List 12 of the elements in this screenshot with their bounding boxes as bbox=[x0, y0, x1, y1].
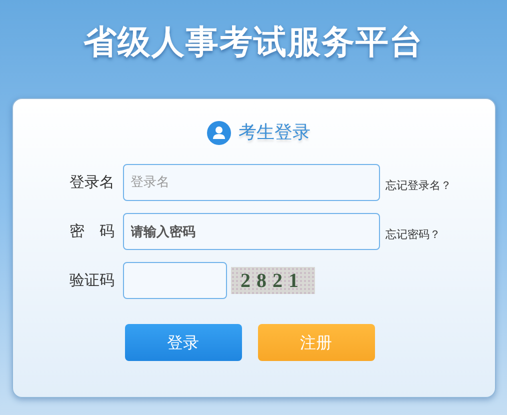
forgot-link[interactable]: 忘记密码？ bbox=[386, 227, 440, 244]
captcha-field[interactable] bbox=[122, 262, 226, 299]
platform-title: 省级人事考试服务平台 bbox=[84, 21, 424, 64]
captcha-image[interactable]: 2821 bbox=[230, 267, 314, 294]
field-label: 密 码 bbox=[68, 221, 116, 242]
input-field[interactable]: 请输入密码 bbox=[122, 213, 380, 250]
login-heading: 考生登录 bbox=[238, 121, 310, 145]
input-field[interactable]: 登录名 bbox=[122, 164, 380, 201]
user-icon bbox=[206, 120, 230, 144]
field-label: 登录名 bbox=[68, 172, 116, 194]
field-label: 验证码 bbox=[68, 270, 116, 292]
forgot-link[interactable]: 忘记登录名？ bbox=[386, 178, 452, 195]
